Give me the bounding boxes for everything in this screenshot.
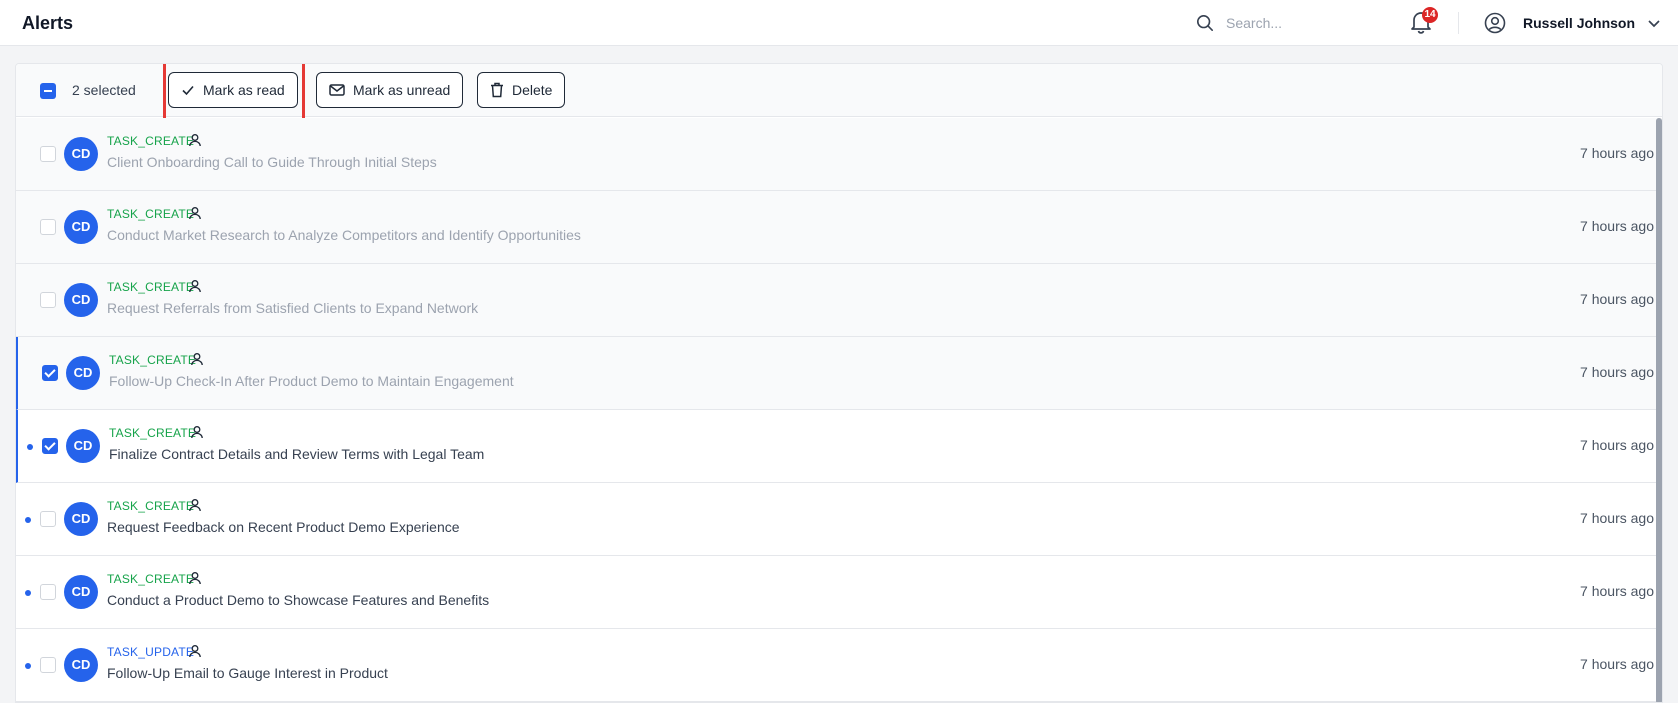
person-icon <box>190 426 203 439</box>
alert-time: 7 hours ago <box>1580 218 1654 234</box>
bulk-actions-toolbar: 2 selected Mark as read Mark as unread D… <box>16 64 1662 126</box>
search-icon[interactable] <box>1196 13 1214 33</box>
alert-title: Conduct a Product Demo to Showcase Featu… <box>107 592 490 608</box>
unread-dot <box>27 444 33 450</box>
assignee-indicator <box>190 352 204 371</box>
delete-button[interactable]: Delete <box>477 72 566 108</box>
alert-title: Request Referrals from Satisfied Clients… <box>107 300 479 316</box>
person-icon <box>188 645 201 658</box>
alert-row[interactable]: CD TASK_CREATE Finalize Contract Details a… <box>16 410 1662 483</box>
row-checkbox[interactable] <box>40 584 56 600</box>
alert-time: 7 hours ago <box>1580 583 1654 599</box>
person-icon <box>188 207 201 220</box>
alerts-panel: 2 selected Mark as read Mark as unread D… <box>15 63 1663 703</box>
alert-time: 7 hours ago <box>1580 510 1654 526</box>
alert-type: TASK_CREATE <box>107 499 195 513</box>
alert-type: TASK_CREATE <box>107 207 195 221</box>
row-checkbox[interactable] <box>42 365 58 381</box>
unread-dot <box>25 590 31 596</box>
mark-as-read-button[interactable]: Mark as read <box>168 72 298 108</box>
top-bar: Alerts 14 Russell Johnson <box>0 0 1678 46</box>
assignee-indicator <box>188 133 202 152</box>
alert-row[interactable]: CD TASK_CREATE Request Referrals from Sati… <box>16 264 1662 337</box>
search-box[interactable] <box>1196 11 1376 35</box>
alert-row[interactable]: CD TASK_UPDATE Follow-Up Email to Gauge In… <box>16 629 1662 702</box>
search-input[interactable] <box>1226 15 1376 31</box>
alert-title: Conduct Market Research to Analyze Compe… <box>107 227 581 243</box>
row-checkbox[interactable] <box>40 292 56 308</box>
selected-count: 2 selected <box>72 82 136 98</box>
avatar: CD <box>64 502 98 536</box>
assignee-indicator <box>188 206 202 225</box>
avatar: CD <box>66 356 100 390</box>
alert-time: 7 hours ago <box>1580 656 1654 672</box>
row-checkbox[interactable] <box>42 438 58 454</box>
alert-time: 7 hours ago <box>1580 364 1654 380</box>
notifications-button[interactable]: 14 <box>1410 7 1438 36</box>
scrollbar[interactable] <box>1656 118 1662 702</box>
notification-count-badge: 14 <box>1422 7 1438 23</box>
unread-dot <box>25 663 31 669</box>
unread-dot <box>25 517 31 523</box>
user-menu[interactable]: Russell Johnson <box>1484 11 1661 35</box>
user-circle-icon <box>1484 12 1506 34</box>
row-checkbox[interactable] <box>40 511 56 527</box>
assignee-indicator <box>188 571 202 590</box>
alert-row[interactable]: CD TASK_CREATE Client Onboarding Call to G… <box>16 118 1662 191</box>
alert-time: 7 hours ago <box>1580 437 1654 453</box>
check-icon <box>182 85 194 96</box>
avatar: CD <box>64 137 98 171</box>
delete-label: Delete <box>512 82 553 98</box>
assignee-indicator <box>190 425 204 444</box>
alert-type: TASK_CREATE <box>107 572 195 586</box>
avatar: CD <box>64 283 98 317</box>
person-icon <box>188 280 201 293</box>
alert-row[interactable]: CD TASK_CREATE Conduct a Product Demo to S… <box>16 556 1662 629</box>
page-title: Alerts <box>22 13 74 33</box>
header-divider <box>1458 12 1459 34</box>
scrollbar-thumb[interactable] <box>1656 118 1662 702</box>
alert-type: TASK_CREATE <box>109 426 197 440</box>
row-checkbox[interactable] <box>40 146 56 162</box>
alert-title: Follow-Up Email to Gauge Interest in Pro… <box>107 665 388 681</box>
avatar: CD <box>64 648 98 682</box>
alert-type: TASK_CREATE <box>109 353 197 367</box>
mark-as-read-label: Mark as read <box>203 82 285 98</box>
mark-as-unread-label: Mark as unread <box>353 82 451 98</box>
person-icon <box>188 499 201 512</box>
person-icon <box>188 572 201 585</box>
person-icon <box>188 134 201 147</box>
alert-title: Follow-Up Check-In After Product Demo to… <box>109 373 514 389</box>
alert-row[interactable]: CD TASK_CREATE Request Feedback on Recent … <box>16 483 1662 556</box>
person-icon <box>190 353 203 366</box>
user-name: Russell Johnson <box>1523 15 1636 31</box>
alert-title: Request Feedback on Recent Product Demo … <box>107 519 460 535</box>
row-checkbox[interactable] <box>40 219 56 235</box>
alert-row[interactable]: CD TASK_CREATE Follow-Up Check-In After Pr… <box>16 337 1662 410</box>
assignee-indicator <box>188 498 202 517</box>
avatar: CD <box>64 575 98 609</box>
row-checkbox[interactable] <box>40 657 56 673</box>
alert-title: Finalize Contract Details and Review Ter… <box>109 446 485 462</box>
select-all-checkbox[interactable] <box>40 83 56 99</box>
trash-icon <box>491 82 503 98</box>
assignee-indicator <box>188 279 202 298</box>
alert-time: 7 hours ago <box>1580 291 1654 307</box>
alert-type: TASK_UPDATE <box>107 645 195 659</box>
avatar: CD <box>66 429 100 463</box>
assignee-indicator <box>188 644 202 663</box>
alert-type: TASK_CREATE <box>107 134 195 148</box>
alert-title: Client Onboarding Call to Guide Through … <box>107 154 437 170</box>
envelope-icon <box>329 84 345 96</box>
alert-time: 7 hours ago <box>1580 145 1654 161</box>
mark-as-unread-button[interactable]: Mark as unread <box>316 72 464 108</box>
avatar: CD <box>64 210 98 244</box>
alert-row[interactable]: CD TASK_CREATE Conduct Market Research to … <box>16 191 1662 264</box>
alerts-list: CD TASK_CREATE Client Onboarding Call to G… <box>16 118 1662 702</box>
chevron-down-icon <box>1648 20 1660 28</box>
alert-type: TASK_CREATE <box>107 280 195 294</box>
